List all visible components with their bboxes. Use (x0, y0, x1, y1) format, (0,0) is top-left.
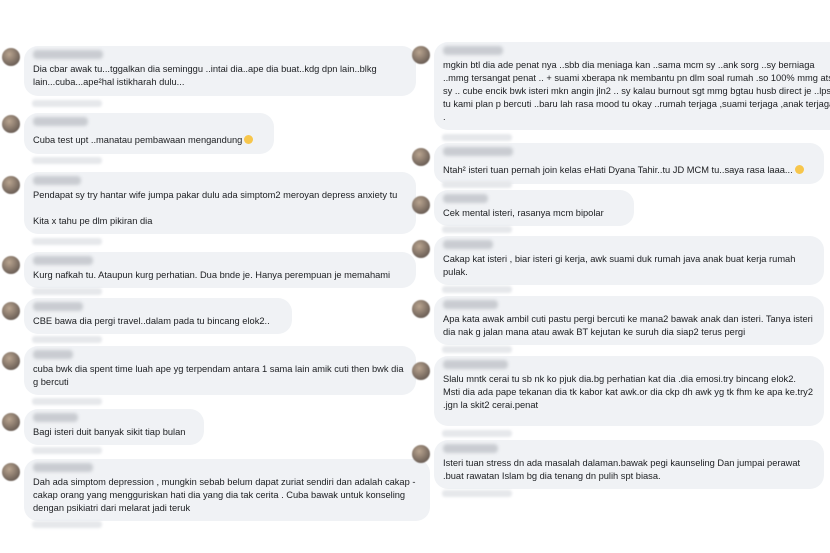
comment-bubble: Dia cbar awak tu...tggalkan dia seminggu… (24, 46, 416, 96)
comment-actions-blurred[interactable] (32, 238, 102, 245)
comment-bubble: Pendapat sy try hantar wife jumpa pakar … (24, 172, 416, 234)
comment-bubble: Cakap kat isteri , biar isteri gi kerja,… (434, 236, 824, 285)
commenter-name-blurred[interactable] (443, 300, 498, 309)
comment-text: Slalu mntk cerai tu sb nk ko pjuk dia.bg… (443, 374, 816, 410)
user-avatar[interactable] (2, 413, 20, 431)
commenter-name-blurred[interactable] (443, 444, 498, 453)
grin-emoji-icon (794, 165, 804, 174)
comment-actions-blurred[interactable] (442, 346, 512, 353)
commenter-name-blurred[interactable] (33, 463, 93, 472)
user-avatar[interactable] (2, 352, 20, 370)
comment-actions-blurred[interactable] (442, 430, 512, 437)
comment-text: Cek mental isteri, rasanya mcm bipolar (443, 208, 604, 218)
comment-bubble: Isteri tuan stress dn ada masalah dalama… (434, 440, 824, 489)
comment-actions-blurred[interactable] (442, 286, 512, 293)
comment-text: Ntah² isteri tuan pernah join kelas eHat… (443, 165, 793, 175)
commenter-name-blurred[interactable] (33, 256, 93, 265)
user-avatar[interactable] (412, 196, 430, 214)
user-avatar[interactable] (412, 240, 430, 258)
comment-bubble: Ntah² isteri tuan pernah join kelas eHat… (434, 143, 824, 184)
user-avatar[interactable] (412, 362, 430, 380)
user-avatar[interactable] (412, 46, 430, 64)
user-avatar[interactable] (2, 463, 20, 481)
commenter-name-blurred[interactable] (443, 360, 508, 369)
comment-text: Pendapat sy try hantar wife jumpa pakar … (33, 190, 398, 226)
comment-actions-blurred[interactable] (32, 447, 102, 454)
comment-bubble: Kurg nafkah tu. Ataupun kurg perhatian. … (24, 252, 416, 288)
comment-actions-blurred[interactable] (32, 398, 102, 405)
comment-text: Cakap kat isteri , biar isteri gi kerja,… (443, 254, 798, 277)
user-avatar[interactable] (412, 300, 430, 318)
comment-text: cuba bwk dia spent time luah ape yg terp… (33, 364, 407, 387)
commenter-name-blurred[interactable] (33, 50, 103, 59)
comment-text: Dia cbar awak tu...tggalkan dia seminggu… (33, 64, 380, 87)
comment-text: Isteri tuan stress dn ada masalah dalama… (443, 458, 803, 481)
comment-bubble: Dah ada simptom depression , mungkin seb… (24, 459, 430, 521)
comment-actions-blurred[interactable] (442, 490, 512, 497)
comment-bubble: Slalu mntk cerai tu sb nk ko pjuk dia.bg… (434, 356, 824, 426)
user-avatar[interactable] (2, 176, 20, 194)
comment-actions-blurred[interactable] (32, 100, 102, 107)
commenter-name-blurred[interactable] (443, 46, 503, 55)
user-avatar[interactable] (412, 445, 430, 463)
comment-text: Kurg nafkah tu. Ataupun kurg perhatian. … (33, 270, 391, 280)
comment-bubble: CBE bawa dia pergi travel..dalam pada tu… (24, 298, 292, 334)
comment-bubble: cuba bwk dia spent time luah ape yg terp… (24, 346, 416, 395)
comment-text: Apa kata awak ambil cuti pastu pergi ber… (443, 314, 816, 337)
commenter-name-blurred[interactable] (33, 413, 78, 422)
commenter-name-blurred[interactable] (443, 240, 493, 249)
user-avatar[interactable] (2, 48, 20, 66)
comment-bubble: mgkin btl dia ade penat nya ..sbb dia me… (434, 42, 830, 130)
comment-bubble: Cek mental isteri, rasanya mcm bipolar (434, 190, 634, 226)
comment-actions-blurred[interactable] (32, 288, 102, 295)
user-avatar[interactable] (2, 302, 20, 320)
user-avatar[interactable] (412, 148, 430, 166)
commenter-name-blurred[interactable] (33, 176, 81, 185)
user-avatar[interactable] (2, 256, 20, 274)
comment-text: mgkin btl dia ade penat nya ..sbb dia me… (443, 60, 830, 122)
comment-actions-blurred[interactable] (442, 181, 512, 188)
comment-bubble: Apa kata awak ambil cuti pastu pergi ber… (434, 296, 824, 345)
comment-bubble: Cuba test upt ..manatau pembawaan mengan… (24, 113, 274, 154)
grin-emoji-icon (244, 135, 254, 144)
comment-actions-blurred[interactable] (32, 157, 102, 164)
comment-text: CBE bawa dia pergi travel..dalam pada tu… (33, 316, 270, 326)
comment-text: Bagi isteri duit banyak sikit tiap bulan (33, 427, 186, 437)
commenter-name-blurred[interactable] (33, 117, 88, 126)
comment-actions-blurred[interactable] (32, 521, 102, 528)
commenter-name-blurred[interactable] (33, 302, 83, 311)
comment-text: Cuba test upt ..manatau pembawaan mengan… (33, 135, 243, 145)
commenter-name-blurred[interactable] (33, 350, 73, 359)
commenter-name-blurred[interactable] (443, 147, 513, 156)
commenter-name-blurred[interactable] (443, 194, 488, 203)
comment-bubble: Bagi isteri duit banyak sikit tiap bulan (24, 409, 204, 445)
comment-actions-blurred[interactable] (442, 226, 512, 233)
comment-actions-blurred[interactable] (442, 134, 512, 141)
user-avatar[interactable] (2, 115, 20, 133)
comment-text: Dah ada simptom depression , mungkin seb… (33, 477, 419, 513)
comment-actions-blurred[interactable] (32, 336, 102, 343)
